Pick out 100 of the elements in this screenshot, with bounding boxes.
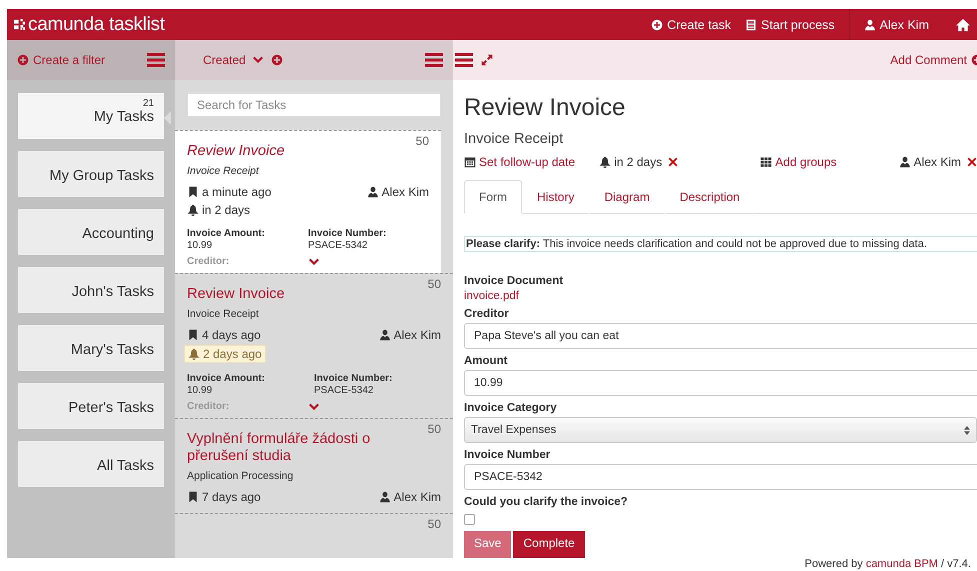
bell-icon <box>188 348 200 360</box>
select-field[interactable]: Travel Expenses <box>464 417 977 443</box>
filter-name: All Tasks <box>97 458 154 474</box>
variable-label: Invoice Amount: <box>187 228 266 239</box>
nav-link[interactable]: Start process <box>738 18 842 32</box>
input-field[interactable]: PSACE-5342 <box>464 464 977 490</box>
variable-label: Invoice Amount: <box>187 373 266 384</box>
close-icon[interactable] <box>967 157 977 167</box>
created-time: 7 days ago <box>202 490 261 504</box>
process-name: Invoice Receipt <box>187 308 260 320</box>
task-priority: 50 <box>428 277 441 291</box>
user-menu[interactable]: Alex Kim <box>856 18 949 32</box>
camunda-link[interactable]: camunda BPM <box>866 558 938 570</box>
bell-icon <box>599 156 612 168</box>
follow-up-link[interactable]: Set follow-up date <box>464 155 576 169</box>
filter-item[interactable]: My Group Tasks <box>18 151 164 197</box>
field-label: Invoice Number <box>464 449 552 461</box>
updown-arrows-icon <box>964 426 970 434</box>
filter-name: My Group Tasks <box>50 168 154 184</box>
created-time: a minute ago <box>202 185 272 199</box>
filter-count: 21 <box>142 98 154 109</box>
field-label: Could you clarify the invoice? <box>464 496 629 508</box>
field-label: Amount <box>464 355 508 367</box>
input-field[interactable]: 10.99 <box>464 370 977 396</box>
variable-value: PSACE-5342 <box>314 385 374 396</box>
task-priority: 50 <box>428 517 441 531</box>
expand-icon[interactable] <box>481 54 493 66</box>
filter-item[interactable]: Mary's Tasks <box>18 325 164 371</box>
assignee-name: Alex Kim <box>382 185 429 199</box>
tab[interactable]: Form <box>464 180 522 214</box>
grid-icon <box>760 156 772 168</box>
footer-text: Powered by camunda BPM / v7.4. <box>804 558 971 571</box>
add-comment-link[interactable]: Add Comment <box>890 53 977 67</box>
filter-item[interactable]: John's Tasks <box>18 267 164 313</box>
task-priority: 50 <box>428 422 441 436</box>
filter-item[interactable]: Peter's Tasks <box>18 383 164 429</box>
sort-dropdown[interactable]: Created <box>203 53 263 67</box>
field-label: Invoice Category <box>464 402 558 414</box>
task-card[interactable]: 50 Review Invoice Invoice Receipt 4 days ago Alex Kim 2 days ago Invoice Amount: 10.99 Invoice Number: PSACE-5342 Creditor: <box>175 273 453 418</box>
variable-value: PSACE-5342 <box>308 240 368 251</box>
menu-icon[interactable] <box>425 53 443 67</box>
menu-icon[interactable] <box>147 53 165 67</box>
assignee-name: Alex Kim <box>394 490 441 504</box>
filter-name: Mary's Tasks <box>70 342 154 358</box>
bell-icon <box>187 204 199 216</box>
close-icon[interactable] <box>668 157 678 167</box>
variable-label: Creditor: <box>187 401 230 412</box>
task-card[interactable]: 50 Review Invoice Invoice Receipt a minute ago Alex Kim in 2 days Invoice Amount: 10.99 Invoice Number: PSACE-5342 Creditor: <box>175 130 441 273</box>
nav-link[interactable]: Create task <box>644 18 738 32</box>
variable-label: Invoice Number: <box>308 228 388 239</box>
assignee-name: Alex Kim <box>898 155 961 169</box>
tab[interactable]: History <box>522 180 590 214</box>
search-field[interactable]: Search for Tasks <box>187 93 441 117</box>
variable-value: 10.99 <box>187 240 214 251</box>
task-title: Review Invoice <box>464 94 626 122</box>
bookmark-icon <box>187 491 199 503</box>
user-icon <box>366 186 379 198</box>
filter-name: Peter's Tasks <box>68 400 154 416</box>
task-card[interactable]: 50 <box>175 513 453 528</box>
input-field[interactable]: Papa Steve's all you can eat <box>464 323 977 349</box>
chevron-down-icon[interactable] <box>309 258 319 266</box>
calendar-icon <box>464 156 476 168</box>
home-icon <box>956 18 970 32</box>
variable-value: 10.99 <box>187 385 214 396</box>
filter-item[interactable]: Accounting <box>18 209 164 255</box>
logo-icon <box>14 19 25 30</box>
process-name: Invoice Receipt <box>187 165 260 177</box>
document-link[interactable]: invoice.pdf <box>464 290 977 302</box>
clarification-notice: Please clarify: This invoice needs clarification and could not be approved due to missing data. <box>464 236 977 252</box>
process-name: Invoice Receipt <box>464 131 564 147</box>
created-time: 4 days ago <box>202 328 261 342</box>
user-icon <box>898 156 911 168</box>
filter-name: John's Tasks <box>72 284 154 300</box>
process-name: Application Processing <box>187 470 294 482</box>
field-label: Creditor <box>464 308 510 320</box>
bookmark-icon <box>187 186 199 198</box>
chevron-down-icon[interactable] <box>309 402 319 410</box>
field-label: Invoice Document <box>464 275 564 287</box>
document-list-icon <box>745 18 758 30</box>
due-date: in 2 days <box>184 202 254 218</box>
due-date: 2 days ago <box>184 345 266 363</box>
tab[interactable]: Description <box>664 180 755 214</box>
menu-icon[interactable] <box>455 53 473 67</box>
app-logo-text: camunda tasklist <box>28 14 165 36</box>
user-icon <box>378 491 391 503</box>
form-button[interactable]: Complete <box>513 531 585 558</box>
variable-label: Creditor: <box>187 256 230 267</box>
chevron-down-icon[interactable] <box>252 56 263 64</box>
checkbox[interactable] <box>464 514 475 525</box>
task-priority: 50 <box>416 134 429 148</box>
filter-name: My Tasks <box>94 109 154 125</box>
variable-label: Invoice Number: <box>314 373 394 384</box>
tab[interactable]: Diagram <box>589 180 665 214</box>
filter-name: Accounting <box>82 226 154 242</box>
add-groups-link[interactable]: Add groups <box>760 155 837 169</box>
assignee-name: Alex Kim <box>394 328 441 342</box>
user-icon <box>864 18 876 30</box>
due-date: in 2 days <box>599 155 662 169</box>
user-icon <box>378 329 391 341</box>
filter-item[interactable]: All Tasks <box>18 441 164 487</box>
